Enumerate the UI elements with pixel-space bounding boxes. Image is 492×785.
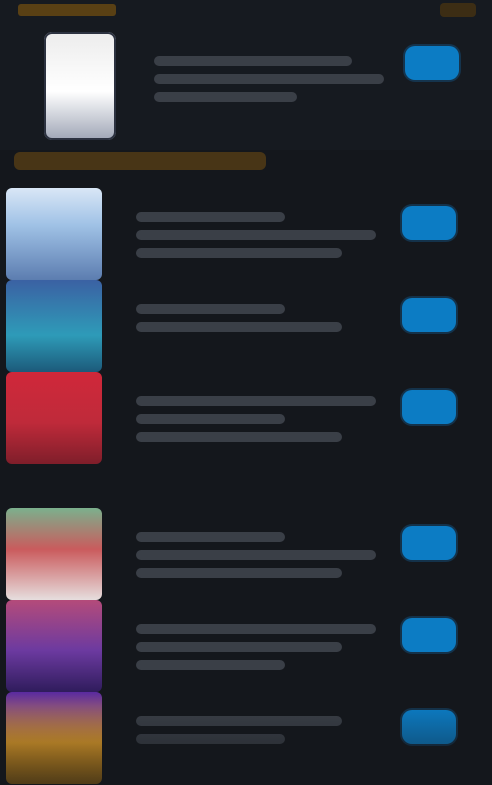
item-text-block [136,524,376,586]
item-meta-line [136,568,343,578]
list-item[interactable] [0,692,492,784]
content-list [0,188,492,785]
list-item[interactable] [0,508,492,600]
item-thumbnail [6,692,102,784]
item-action-button[interactable] [402,390,456,424]
list-item[interactable] [0,372,492,464]
item-text-block [136,388,376,450]
item-thumbnail [6,372,102,464]
item-subtitle-line [136,322,343,332]
item-meta-line [136,248,343,258]
item-action-button[interactable] [402,618,456,652]
item-title-line [136,716,343,726]
item-thumbnail [6,508,102,600]
app-screen [0,0,492,785]
item-title-line [136,212,285,222]
item-title-line [136,396,376,406]
item-subtitle-line [136,642,343,652]
featured-meta-line [154,92,297,102]
item-text-block [136,616,376,678]
featured-item[interactable] [0,22,492,142]
featured-subtitle-line [154,74,384,84]
item-action-button[interactable] [402,206,456,240]
list-item[interactable] [0,600,492,692]
top-accent-bar [18,4,116,16]
item-subtitle-line [136,414,285,424]
item-action-button[interactable] [402,526,456,560]
item-meta-line [136,660,285,670]
item-subtitle-line [136,550,376,560]
item-meta-line [136,432,343,442]
item-action-button[interactable] [402,710,456,744]
list-item[interactable] [0,188,492,280]
featured-text-block [154,48,384,126]
item-action-button[interactable] [402,298,456,332]
item-thumbnail [6,280,102,372]
item-title-line [136,532,285,542]
item-thumbnail [6,188,102,280]
section-header-bar [14,152,266,170]
item-text-block [136,204,376,266]
item-subtitle-line [136,734,285,744]
list-item[interactable] [0,280,492,372]
item-title-line [136,304,285,314]
top-right-tag [440,3,476,17]
item-thumbnail [6,600,102,692]
item-text-block [136,296,376,340]
featured-title-line [154,56,352,66]
item-text-block [136,708,376,752]
item-subtitle-line [136,230,376,240]
featured-action-button[interactable] [405,46,459,80]
featured-thumbnail [44,32,116,140]
item-title-line [136,624,376,634]
